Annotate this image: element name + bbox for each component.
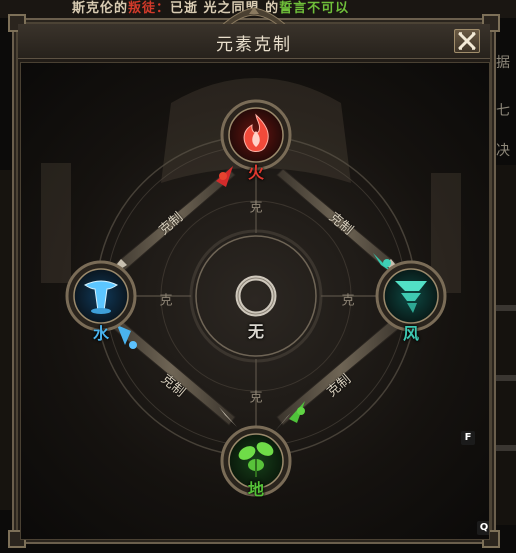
restraint-mark-bottom: 克	[249, 390, 263, 406]
background-text-part4: 誓言不可以	[279, 1, 350, 16]
none-element-icon	[235, 275, 277, 317]
earth-label: 地	[247, 480, 265, 499]
dialog-title-bar: 元素克制	[18, 24, 490, 59]
background-right-panel	[496, 165, 516, 525]
background-side-text-a: 据	[496, 55, 510, 71]
background-bar	[496, 305, 516, 311]
hotkey-f[interactable]: F	[461, 431, 475, 445]
none-label: 无	[247, 322, 265, 341]
hotkey-q[interactable]: Q	[477, 521, 489, 535]
background-bar	[496, 375, 516, 381]
restraint-mark-top: 克	[249, 200, 263, 216]
background-side-text-b: 七	[496, 103, 510, 119]
background-side-text-c: 决	[496, 143, 510, 159]
background-left-panel	[0, 170, 12, 510]
fire-label: 火	[247, 163, 265, 182]
background-text-part2: 叛徒：	[128, 1, 171, 16]
element-chart-graphics	[41, 78, 461, 497]
background-quest-text: 斯克伦的叛徒：已逝 光之同盟 的誓言不可以	[72, 0, 350, 16]
dialog-title: 元素克制	[216, 35, 292, 55]
element-chart: 火 水 风 地 无 克 克 克 克 克制 克制 克制 克制 F Q	[20, 62, 490, 540]
background-text-part1: 斯克伦的	[72, 1, 129, 16]
restraint-mark-right: 克	[341, 293, 355, 309]
restraint-mark-left: 克	[159, 293, 173, 309]
element-restraint-dialog: 元素克制 火 水 风 地 无 克 克 克 克 克制 克制 克制 克制 F Q	[8, 7, 500, 548]
water-label: 水	[92, 324, 110, 343]
background-bar	[496, 445, 516, 451]
close-icon	[458, 32, 476, 50]
wind-label: 风	[402, 324, 420, 343]
close-button[interactable]	[454, 29, 480, 53]
